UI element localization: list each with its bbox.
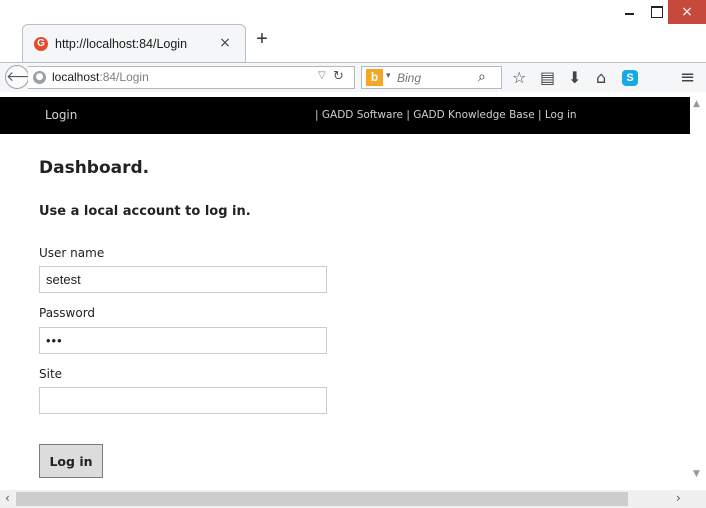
horizontal-scrollbar[interactable]: ‹ › <box>0 490 706 508</box>
scroll-right-icon[interactable]: › <box>676 491 681 505</box>
scroll-down-icon[interactable]: ▼ <box>693 469 700 479</box>
vertical-scrollbar[interactable]: ▲ ▼ <box>690 97 706 490</box>
window-close-button[interactable]: × <box>668 0 706 24</box>
skype-icon[interactable]: S <box>622 70 638 86</box>
new-tab-button[interactable]: + <box>252 29 272 50</box>
page-subtitle: Use a local account to log in. <box>39 204 251 219</box>
search-bar[interactable]: b ▾ Bing ⌕ <box>361 66 502 89</box>
engine-dropdown-icon[interactable]: ▾ <box>386 71 391 81</box>
site-label: Site <box>39 367 63 381</box>
browser-toolbar: 🡐 ● localhost:84/Login ▽ ↻ b ▾ Bing ⌕ ☆ … <box>0 62 706 92</box>
address-text: localhost:84/Login <box>52 70 149 84</box>
reload-icon[interactable]: ↻ <box>333 69 344 84</box>
site-input[interactable] <box>39 387 327 414</box>
horizontal-scroll-thumb[interactable] <box>16 492 628 506</box>
scroll-up-icon[interactable]: ▲ <box>693 99 700 109</box>
username-input[interactable]: setest <box>39 266 327 293</box>
bing-logo-icon[interactable]: b <box>366 69 383 86</box>
username-label: User name <box>39 246 105 260</box>
address-host: localhost <box>52 70 100 84</box>
back-button[interactable]: 🡐 <box>5 65 44 89</box>
password-input[interactable]: ••• <box>39 327 327 354</box>
scroll-left-icon[interactable]: ‹ <box>5 491 10 505</box>
favicon-icon: G <box>34 36 48 51</box>
site-header: Login | GADD Software | GADD Knowledge B… <box>0 97 690 134</box>
address-path: :84/Login <box>99 70 149 84</box>
search-placeholder: Bing <box>397 71 422 85</box>
header-nav-links[interactable]: | GADD Software | GADD Knowledge Base | … <box>315 109 577 121</box>
site-brand-link[interactable]: Login <box>45 108 77 122</box>
bookmark-star-icon[interactable]: ☆ <box>512 69 526 87</box>
history-dropdown-icon[interactable]: ▽ <box>318 70 326 81</box>
password-label: Password <box>39 306 96 320</box>
download-icon[interactable]: ⬇ <box>568 69 581 87</box>
login-button[interactable]: Log in <box>39 444 103 478</box>
browser-tab[interactable]: G http://localhost:84/Login × <box>22 24 246 62</box>
address-bar[interactable]: ● localhost:84/Login ▽ ↻ <box>28 66 355 89</box>
tab-title: http://localhost:84/Login <box>55 36 188 51</box>
tab-close-icon[interactable]: × <box>217 35 233 51</box>
page-content: Dashboard. Use a local account to log in… <box>0 134 690 490</box>
globe-icon: ● <box>33 71 46 84</box>
bookmarks-list-icon[interactable]: ▤ <box>540 69 555 87</box>
browser-titlebar: G http://localhost:84/Login × + × <box>0 0 706 62</box>
search-icon[interactable]: ⌕ <box>478 69 486 85</box>
menu-icon[interactable]: ≡ <box>680 69 695 87</box>
page-title: Dashboard. <box>39 158 150 178</box>
home-icon[interactable]: ⌂ <box>596 69 606 87</box>
